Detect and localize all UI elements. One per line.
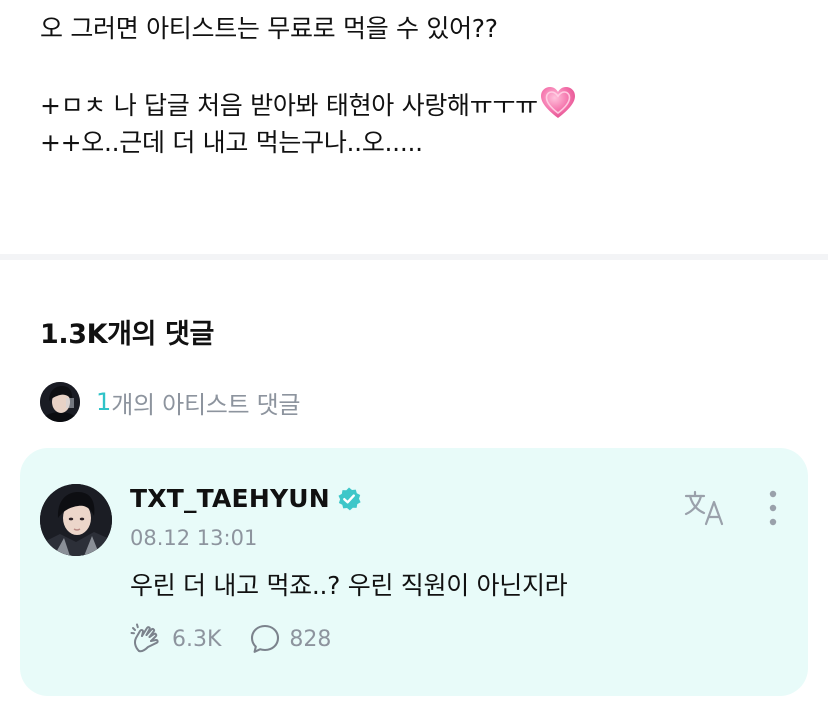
like-count: 6.3K xyxy=(172,626,222,652)
cheer-hand-icon[interactable] xyxy=(130,622,164,656)
comment-author-row: TXT_TAEHYUN xyxy=(130,484,362,513)
artist-comment-count: 1 xyxy=(96,388,112,416)
translate-icon[interactable] xyxy=(684,490,728,526)
more-vertical-icon[interactable] xyxy=(762,488,784,528)
artist-comments-summary[interactable]: 1 개의 아티스트 댓글 xyxy=(40,380,300,424)
reply-count: 828 xyxy=(289,626,332,652)
pink-heart-icon xyxy=(540,87,575,118)
post-line-3: +ㅁㅊ 나 답글 처음 받아봐 태현아 사랑해ㅠㅜㅠ xyxy=(40,86,800,124)
post-line-1: 오 그러면 아티스트는 무료로 먹을 수 있어?? xyxy=(40,14,498,43)
comment-timestamp: 08.12 13:01 xyxy=(130,526,258,550)
author-avatar[interactable] xyxy=(40,484,112,556)
artist-comment-label: 개의 아티스트 댓글 xyxy=(111,390,301,419)
verified-badge-icon xyxy=(338,487,361,510)
comment-actions: 6.3K 828 xyxy=(130,622,331,656)
post-line-3-text: +ㅁㅊ 나 답글 처음 받아봐 태현아 사랑해ㅠㅜㅠ xyxy=(40,91,538,120)
post-body: 오 그러면 아티스트는 무료로 먹을 수 있어?? +ㅁㅊ 나 답글 처음 받아… xyxy=(40,10,800,162)
post-line-4: ++오..근데 더 내고 먹는구나..오..... xyxy=(40,128,423,157)
comment-thread-screen: 오 그러면 아티스트는 무료로 먹을 수 있어?? +ㅁㅊ 나 답글 처음 받아… xyxy=(0,0,828,710)
comment-text: 우린 더 내고 먹죠..? 우린 직원이 아닌지라 xyxy=(130,571,568,600)
speech-bubble-icon[interactable] xyxy=(249,623,281,655)
author-name[interactable]: TXT_TAEHYUN xyxy=(130,484,330,513)
artist-avatar-small xyxy=(40,382,80,422)
comments-count-title: 1.3K개의 댓글 xyxy=(40,319,214,350)
section-divider xyxy=(0,254,828,260)
post-line-blank xyxy=(40,48,800,86)
artist-comment-card: TXT_TAEHYUN 08.12 13:01 우린 더 내고 먹죠..? 우린… xyxy=(20,448,808,696)
